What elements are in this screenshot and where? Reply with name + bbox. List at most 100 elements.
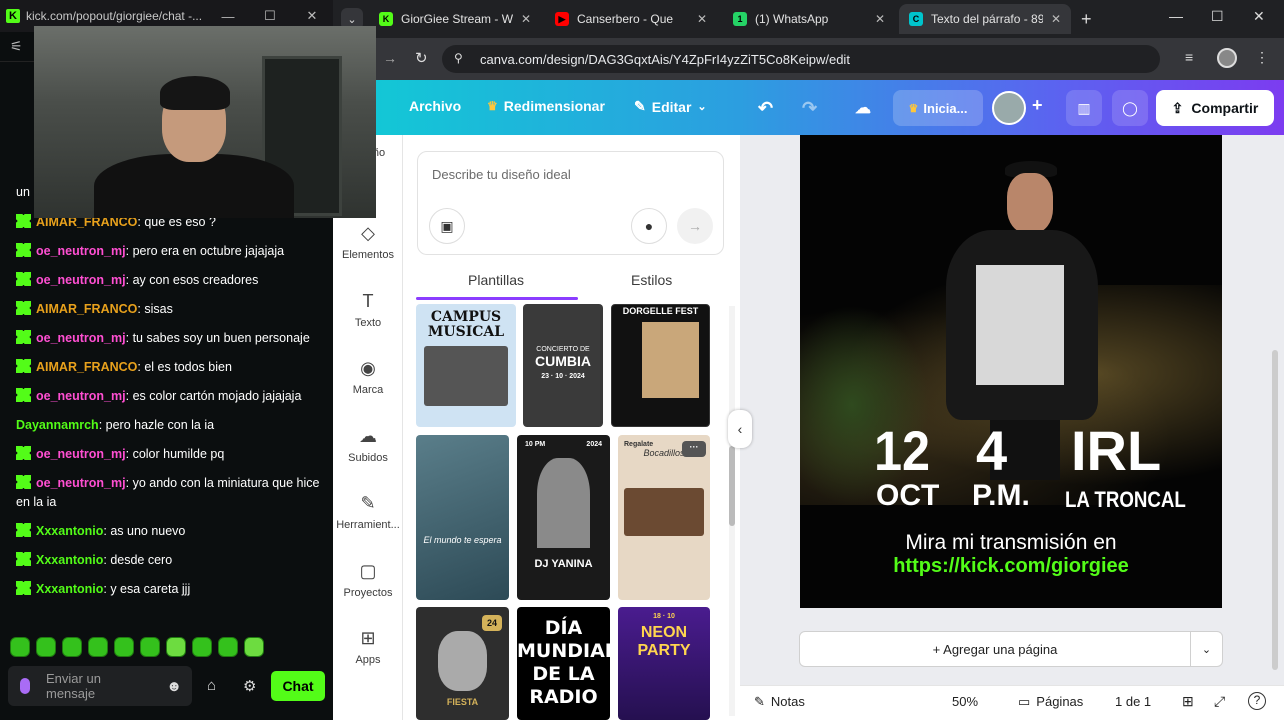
chat-username[interactable]: oe_neutron_mj bbox=[36, 273, 126, 287]
emote-icon[interactable] bbox=[166, 637, 186, 657]
chat-input[interactable]: Enviar un mensaje ☻ bbox=[8, 666, 192, 706]
window-close-icon[interactable]: ✕ bbox=[1253, 8, 1265, 25]
rail-item[interactable]: ◇ Elementos bbox=[333, 223, 403, 261]
chat-send-button[interactable]: Chat bbox=[271, 671, 325, 701]
template-dj-yanina[interactable]: 10 PM 2024 DJ YANINA bbox=[517, 435, 610, 600]
profile-avatar[interactable] bbox=[1217, 48, 1237, 68]
user-avatar[interactable] bbox=[992, 91, 1026, 125]
microphone-icon[interactable]: ● bbox=[631, 208, 667, 244]
rail-item[interactable]: ⊞ Apps bbox=[333, 628, 403, 666]
emote-icon[interactable] bbox=[36, 637, 56, 657]
panel-scrollbar[interactable] bbox=[729, 306, 735, 716]
rail-item[interactable]: ✎ Herramient... bbox=[333, 493, 403, 531]
send-arrow-icon[interactable]: → bbox=[677, 208, 713, 244]
chat-username[interactable]: Dayannamrch bbox=[16, 418, 99, 432]
rail-item[interactable]: ▢ Proyectos bbox=[333, 561, 403, 599]
cloud-save-icon[interactable]: ☁ bbox=[855, 98, 871, 118]
gear-icon[interactable]: ⚙ bbox=[243, 677, 256, 695]
redo-icon[interactable]: ↷ bbox=[802, 98, 817, 119]
emote-icon[interactable] bbox=[140, 637, 160, 657]
canvas-scrollbar[interactable] bbox=[1272, 350, 1278, 670]
insights-chart-icon[interactable]: ▥ bbox=[1066, 90, 1102, 126]
address-bar[interactable]: ⚲ canva.com/design/DAG3GqxtAis/Y4ZpFrI4y… bbox=[442, 45, 1160, 73]
editar-button[interactable]: ✎ Editar ⌄ bbox=[634, 98, 707, 115]
editar-label: Editar bbox=[651, 98, 692, 115]
emote-icon[interactable] bbox=[114, 637, 134, 657]
emote-icon[interactable] bbox=[10, 637, 30, 657]
template-el-mundo[interactable]: El mundo te espera bbox=[416, 435, 509, 600]
poster-design[interactable]: 12 OCT 4 P.M. IRL LA TRONCAL Mira mi tra… bbox=[800, 135, 1222, 608]
chat-username[interactable]: oe_neutron_mj bbox=[36, 389, 126, 403]
add-page-button[interactable]: + Agregar una página ⌄ bbox=[799, 631, 1223, 667]
archivo-menu[interactable]: Archivo bbox=[409, 98, 461, 114]
add-collaborator-icon[interactable]: + bbox=[1032, 95, 1043, 116]
emote-icon[interactable] bbox=[88, 637, 108, 657]
chat-username[interactable]: Xxxantonio bbox=[36, 524, 103, 538]
chat-username[interactable]: Xxxantonio bbox=[36, 582, 103, 596]
settings-sliders-icon[interactable]: ⚟ bbox=[10, 38, 23, 55]
media-control-icon[interactable]: ≡ bbox=[1185, 49, 1193, 65]
inicia-button[interactable]: ♛ Inicia... bbox=[893, 90, 983, 126]
chevron-down-icon[interactable]: ⌄ bbox=[1190, 632, 1222, 666]
tab-close-icon[interactable]: ✕ bbox=[1043, 12, 1061, 26]
emote-icon[interactable] bbox=[192, 637, 212, 657]
collapse-panel-handle[interactable]: ‹ bbox=[728, 410, 752, 448]
store-icon[interactable]: ⌂ bbox=[207, 677, 216, 694]
zoom-level[interactable]: 50% bbox=[952, 694, 978, 709]
browser-tab[interactable]: 1 (1) WhatsApp ✕ bbox=[723, 4, 895, 34]
tab-close-icon[interactable]: ✕ bbox=[513, 12, 531, 26]
chat-separator: : bbox=[125, 331, 133, 345]
browser-tab[interactable]: K GiorGiee Stream - Wa ✕ bbox=[369, 4, 541, 34]
window-minimize-icon[interactable]: — bbox=[1169, 8, 1183, 24]
chat-username[interactable]: AIMAR_FRANCO bbox=[36, 302, 137, 316]
window-maximize-icon[interactable]: ☐ bbox=[1211, 8, 1224, 25]
grid-view-icon[interactable]: ⊞ bbox=[1182, 693, 1194, 710]
reload-icon[interactable]: ↻ bbox=[415, 49, 428, 67]
paginas-button[interactable]: ▭ Páginas bbox=[1018, 694, 1083, 710]
tab-plantillas[interactable]: Plantillas bbox=[468, 272, 524, 288]
template-bocadillos[interactable]: Regalate Bocadillos ··· bbox=[618, 435, 710, 600]
chat-username[interactable]: Xxxantonio bbox=[36, 553, 103, 567]
browser-tab[interactable]: C Texto del párrafo - 89 ✕ bbox=[899, 4, 1071, 34]
apps-icon: ⊞ bbox=[360, 628, 376, 648]
redimensionar-button[interactable]: ♛ Redimensionar bbox=[487, 98, 605, 114]
more-options-icon[interactable]: ··· bbox=[682, 441, 706, 457]
template-neon-party[interactable]: 18 · 10 NEON PARTY bbox=[618, 607, 710, 720]
chat-username[interactable]: AIMAR_FRANCO bbox=[36, 360, 137, 374]
mic-icon[interactable] bbox=[20, 678, 30, 694]
emote-icon[interactable] bbox=[218, 637, 238, 657]
emoji-icon[interactable]: ☻ bbox=[166, 679, 182, 694]
chrome-menu-icon[interactable]: ⋮ bbox=[1255, 49, 1269, 66]
template-campus-musical[interactable]: CAMPUS MUSICAL bbox=[416, 304, 516, 427]
site-info-icon[interactable]: ⚲ bbox=[454, 51, 463, 65]
template-dia-mundial-radio[interactable]: DÍA MUNDIAL DE LA RADIO bbox=[517, 607, 610, 720]
emote-icon[interactable] bbox=[244, 637, 264, 657]
minimize-icon[interactable]: — bbox=[207, 9, 249, 24]
add-image-icon[interactable]: ▣ bbox=[429, 208, 465, 244]
tab-close-icon[interactable]: ✕ bbox=[689, 12, 707, 26]
emote-icon[interactable] bbox=[62, 637, 82, 657]
comment-icon[interactable]: ◯ bbox=[1112, 90, 1148, 126]
tab-close-icon[interactable]: ✕ bbox=[867, 12, 885, 26]
compartir-button[interactable]: ⇪ Compartir bbox=[1156, 90, 1274, 126]
template-dorgelle-fest[interactable]: DORGELLE FEST bbox=[611, 304, 710, 427]
template-fiesta[interactable]: 24 FIESTA bbox=[416, 607, 509, 720]
chat-username[interactable]: oe_neutron_mj bbox=[36, 447, 126, 461]
chat-username[interactable]: oe_neutron_mj bbox=[36, 476, 126, 490]
browser-tab[interactable]: ▶ Canserbero - Que ✕ bbox=[545, 4, 717, 34]
new-tab-button[interactable]: + bbox=[1081, 9, 1092, 30]
fullscreen-icon[interactable]: ⤢ bbox=[1214, 693, 1225, 710]
template-cumbia[interactable]: CONCIERTO DE CUMBIA 23 · 10 · 2024 bbox=[523, 304, 603, 427]
rail-item[interactable]: ◉ Marca bbox=[333, 358, 403, 396]
rail-item[interactable]: T Texto bbox=[333, 291, 403, 329]
close-icon[interactable]: ✕ bbox=[291, 8, 333, 24]
tab-estilos[interactable]: Estilos bbox=[631, 272, 672, 288]
undo-icon[interactable]: ↶ bbox=[758, 98, 773, 119]
chat-username[interactable]: oe_neutron_mj bbox=[36, 244, 126, 258]
forward-icon[interactable]: → bbox=[383, 50, 397, 66]
rail-item[interactable]: ☁ Subidos bbox=[333, 426, 403, 464]
chat-username[interactable]: oe_neutron_mj bbox=[36, 331, 126, 345]
help-icon[interactable]: ? bbox=[1248, 692, 1266, 710]
maximize-icon[interactable]: ☐ bbox=[249, 8, 291, 24]
notas-button[interactable]: ✎ Notas bbox=[754, 694, 805, 710]
